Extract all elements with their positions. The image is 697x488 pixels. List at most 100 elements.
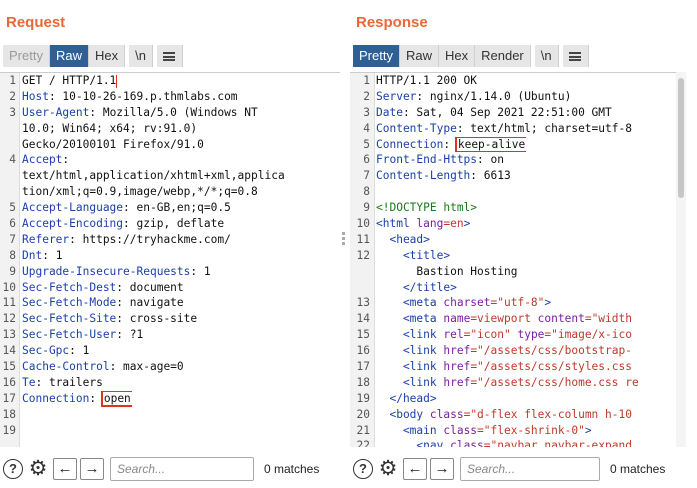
code-token: rel	[443, 328, 464, 342]
line-number: 2	[9, 89, 16, 103]
tab-raw[interactable]: Raw	[49, 45, 89, 67]
code-line: 2 Server: nginx/1.14.0 (Ubuntu)	[350, 89, 686, 105]
code-token: href	[443, 375, 471, 389]
response-scrollbar[interactable]	[676, 72, 686, 447]
code-token: <!DOCTYPE html>	[376, 201, 478, 215]
line-number: 19	[2, 423, 16, 437]
code-token: ="image/x-ico	[544, 328, 632, 342]
request-search-input[interactable]	[110, 457, 254, 481]
header-name: Date	[376, 105, 403, 119]
settings-button[interactable]: ⚙	[376, 457, 400, 481]
next-match-button[interactable]: →	[430, 458, 454, 480]
request-view-tabs: Pretty Raw Hex \n	[3, 45, 183, 67]
code-text: <link rel="icon" type="image/x-ico	[372, 327, 632, 343]
code-line: 13 Sec-Fetch-User: ?1	[0, 327, 340, 343]
code-text: Accept-Language: en-GB,en;q=0.5	[18, 200, 231, 216]
code-line: 9 Upgrade-Insecure-Requests: 1	[0, 264, 340, 280]
code-text: Sec-Fetch-Site: cross-site	[18, 311, 197, 327]
help-button[interactable]: ?	[351, 457, 375, 481]
header-name: Sec-Fetch-User	[22, 328, 117, 342]
response-editor[interactable]: 1 HTTP/1.1 200 OK 2 Server: nginx/1.14.0 (U…	[350, 72, 686, 447]
code-token: 10.0; Win64; x64; rv:91.0)	[22, 121, 198, 135]
code-text: Sec-Fetch-Mode: navigate	[18, 295, 184, 311]
code-token: <link	[376, 360, 444, 374]
code-token: <link	[376, 328, 444, 342]
code-text: <head>	[372, 232, 429, 248]
code-line: 6 Accept-Encoding: gzip, deflate	[0, 216, 340, 232]
line-number: 13	[2, 328, 16, 342]
code-token: :	[62, 153, 70, 167]
line-number	[350, 264, 372, 280]
code-text: Sec-Fetch-User: ?1	[18, 327, 143, 343]
code-token: class	[429, 407, 464, 421]
code-token: <link	[376, 375, 444, 389]
code-text: Bastion Hosting	[372, 264, 517, 280]
code-token: content	[537, 312, 585, 326]
code-token: : gzip, deflate	[123, 217, 225, 231]
code-token: <meta	[376, 296, 444, 310]
code-text: Front-End-Https: on	[372, 152, 504, 168]
previous-match-button[interactable]: ←	[53, 458, 77, 480]
header-name: Dnt	[22, 248, 43, 262]
code-line: 10 <html lang=en>	[350, 216, 686, 232]
settings-button[interactable]: ⚙	[26, 457, 50, 481]
line-number: 18	[2, 407, 16, 421]
response-scroll-thumb[interactable]	[678, 78, 684, 198]
tab-hex[interactable]: Hex	[438, 45, 476, 67]
code-line: 9 <!DOCTYPE html>	[350, 200, 686, 216]
tab-pretty[interactable]: Pretty	[353, 45, 400, 67]
response-search-input[interactable]	[460, 457, 600, 481]
next-match-button[interactable]: →	[80, 458, 104, 480]
code-token: ="icon"	[463, 328, 518, 342]
code-text: Upgrade-Insecure-Requests: 1	[18, 264, 211, 280]
line-number: 5	[9, 201, 16, 215]
previous-match-button[interactable]: ←	[403, 458, 427, 480]
code-text: GET / HTTP/1.1	[18, 73, 118, 89]
panel-divider-handle[interactable]	[342, 232, 346, 247]
code-token: >	[584, 423, 592, 437]
line-number: 6	[363, 153, 370, 167]
code-text: Connection: open	[18, 390, 132, 407]
code-text: User-Agent: Mozilla/5.0 (Windows NT	[18, 105, 258, 121]
code-line: </title>	[350, 280, 686, 296]
line-number: 22	[356, 439, 370, 447]
response-menu-button[interactable]	[562, 45, 589, 67]
tab-newline-toggle[interactable]: \n	[129, 45, 153, 67]
code-token: <meta	[376, 312, 444, 326]
code-token: : ?1	[116, 328, 144, 342]
request-menu-button[interactable]	[156, 45, 183, 67]
help-button[interactable]: ?	[1, 457, 25, 481]
tab-hex[interactable]: Hex	[88, 45, 126, 67]
code-line: 11 Sec-Fetch-Mode: navigate	[0, 295, 340, 311]
code-text: </head>	[372, 391, 436, 407]
tab-pretty[interactable]: Pretty	[3, 45, 50, 67]
code-line: 5 Connection: keep-alive	[350, 136, 686, 153]
code-text: <title>	[372, 248, 450, 264]
code-line: 20 <body class="d-flex flex-column h-10	[350, 407, 686, 423]
code-token: name	[443, 312, 471, 326]
tab-render[interactable]: Render	[475, 45, 531, 67]
help-icon: ?	[353, 459, 373, 479]
header-name: Cache-Control	[22, 360, 110, 374]
header-name: Connection	[22, 391, 90, 405]
tab-raw[interactable]: Raw	[399, 45, 439, 67]
line-number: 14	[2, 344, 16, 358]
code-token: <body	[376, 407, 430, 421]
line-number: 6	[9, 217, 16, 231]
code-token: class	[443, 423, 478, 437]
code-token: : https://tryhackme.com/	[69, 232, 231, 246]
code-token: Bastion Hosting	[376, 264, 518, 278]
hamburger-icon	[163, 52, 176, 61]
code-token: : 1	[190, 264, 211, 278]
code-line: 5 Accept-Language: en-GB,en;q=0.5	[0, 200, 340, 216]
code-token: : 10-10-26-169.p.thmlabs.com	[48, 89, 238, 103]
code-line: 15 Cache-Control: max-age=0	[0, 359, 340, 375]
line-number: 20	[356, 407, 370, 421]
header-name: Accept	[22, 153, 63, 167]
code-token: : 1	[69, 344, 90, 358]
code-text: Date: Sat, 04 Sep 2021 22:51:00 GMT	[372, 105, 612, 121]
request-editor[interactable]: 1 GET / HTTP/1.1 2 Host: 10-10-26-169.p.thm…	[0, 72, 340, 447]
tab-newline-toggle[interactable]: \n	[534, 45, 559, 67]
